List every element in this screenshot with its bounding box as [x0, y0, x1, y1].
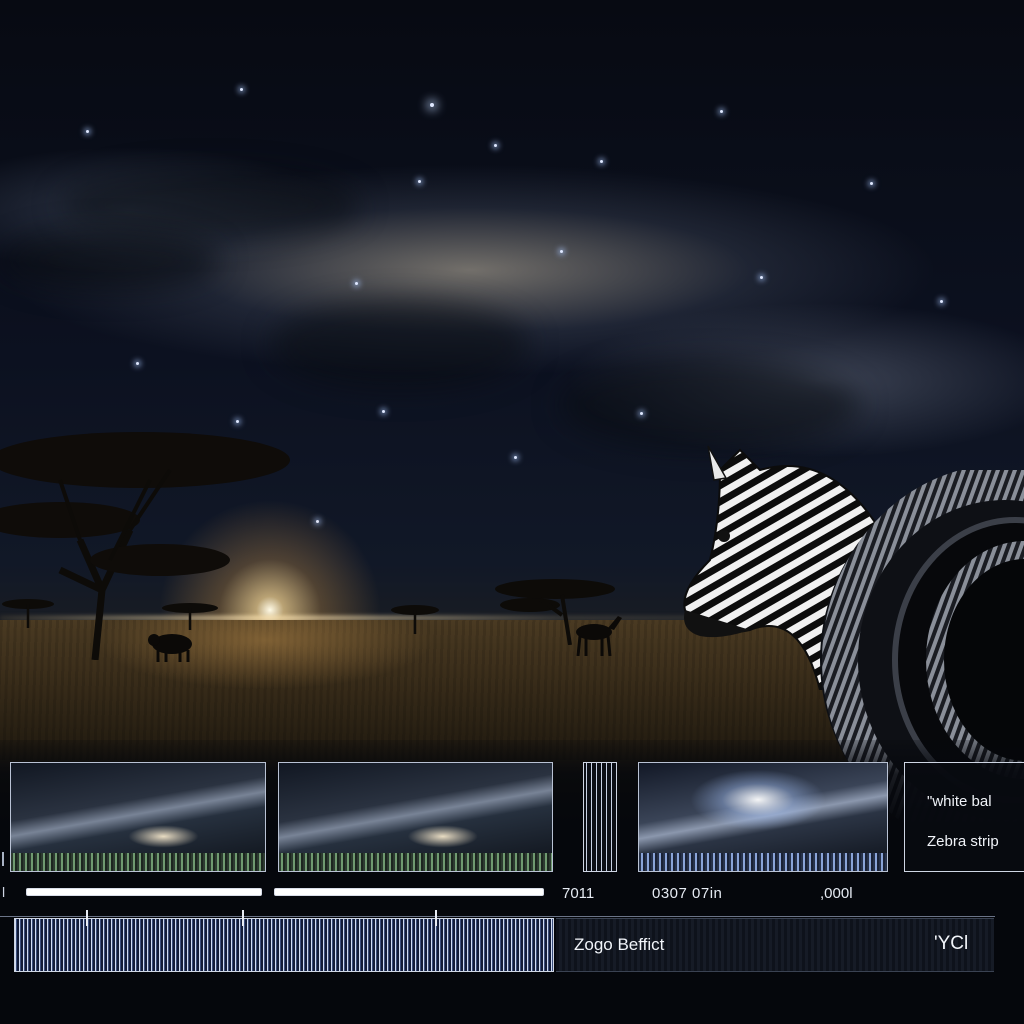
- star: [136, 362, 139, 365]
- zebra-stripes-label[interactable]: Zebra strip: [927, 833, 999, 850]
- acacia-tree-small: [2, 599, 54, 628]
- thumbnail-histogram-strip: [639, 853, 887, 871]
- audio-waveform-track[interactable]: [14, 918, 554, 972]
- exposure-value: ,000l: [820, 885, 853, 902]
- star: [760, 276, 763, 279]
- timecode-readout: 0307 07in: [652, 885, 723, 902]
- clip-thumbnail-1[interactable]: [10, 762, 266, 872]
- timeline-track: [0, 916, 995, 917]
- clip-thumbnail-3[interactable]: [638, 762, 888, 872]
- star: [86, 130, 89, 133]
- timeline-marker[interactable]: [435, 910, 437, 926]
- star: [870, 182, 873, 185]
- level-meter: [583, 762, 617, 872]
- star: [430, 103, 434, 107]
- thumbnail-histogram-strip: [11, 853, 265, 871]
- thumbnail-histogram-strip: [279, 853, 552, 871]
- night-sky-scene: "white bal Zebra strip l 7011 0307 07in …: [0, 0, 1024, 1024]
- star: [940, 300, 943, 303]
- effect-label: Zogo Beffict: [574, 935, 665, 954]
- star: [240, 88, 243, 91]
- star: [355, 282, 358, 285]
- antelope-silhouette: [576, 616, 622, 656]
- clip-progress-bar-2[interactable]: [274, 888, 544, 896]
- scrubber-start-label: l: [2, 884, 6, 900]
- meter-value: 7011: [562, 885, 595, 902]
- milky-way-dust-lane: [560, 360, 860, 450]
- star: [560, 250, 563, 253]
- acacia-tree-small: [391, 605, 439, 634]
- star: [494, 144, 497, 147]
- buffalo-silhouette: [148, 634, 192, 662]
- star: [600, 160, 603, 163]
- star: [514, 456, 517, 459]
- timeline-marker[interactable]: [86, 910, 88, 926]
- milky-way-dust-lane: [270, 300, 530, 390]
- track-tag: 'YCl: [934, 933, 969, 954]
- star: [418, 180, 421, 183]
- clip-progress-bar-1[interactable]: [26, 888, 262, 896]
- clip-thumbnail-2[interactable]: [278, 762, 553, 872]
- star: [382, 410, 385, 413]
- camera-settings-card: "white bal Zebra strip: [904, 762, 1024, 872]
- star: [720, 110, 723, 113]
- edge-tick: [2, 852, 4, 866]
- timeline-marker[interactable]: [242, 910, 244, 926]
- white-balance-label[interactable]: "white bal: [927, 793, 992, 810]
- milky-way-dust-lane: [0, 230, 220, 290]
- star: [640, 412, 643, 415]
- acacia-tree-small: [162, 603, 218, 630]
